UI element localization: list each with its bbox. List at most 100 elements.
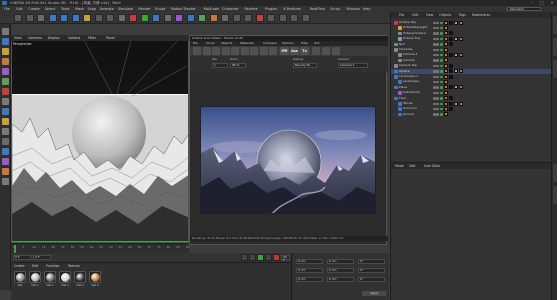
enabled-check-icon[interactable] bbox=[440, 75, 443, 78]
coordinate-field[interactable]: 0 ° bbox=[358, 268, 385, 273]
enabled-check-icon[interactable] bbox=[440, 53, 443, 57]
play-icon[interactable] bbox=[257, 254, 264, 261]
visibility-render-icon[interactable] bbox=[436, 97, 439, 100]
enabled-check-icon[interactable] bbox=[440, 91, 443, 95]
z-axis-icon[interactable] bbox=[117, 14, 126, 22]
viewport-menu-view[interactable]: View bbox=[14, 35, 22, 41]
objects-menu-file[interactable]: File bbox=[399, 12, 404, 18]
subdivision-icon[interactable] bbox=[198, 14, 206, 22]
attributes-menu-mode[interactable]: Mode bbox=[395, 163, 404, 169]
object-row[interactable]: Ground bbox=[391, 112, 557, 117]
object-tag-icon[interactable] bbox=[459, 52, 464, 58]
object-tag-icon[interactable] bbox=[449, 74, 454, 79]
object-tag-icon[interactable] bbox=[454, 36, 459, 41]
object-tag-icon[interactable] bbox=[444, 85, 449, 90]
visibility-render-icon[interactable] bbox=[436, 32, 439, 35]
snap-tool-icon[interactable] bbox=[2, 138, 9, 145]
solo-icon[interactable] bbox=[2, 178, 9, 185]
visibility-render-icon[interactable] bbox=[436, 80, 439, 84]
objects-menu-tags[interactable]: Tags bbox=[459, 12, 466, 18]
material-swatch[interactable] bbox=[89, 271, 101, 283]
object-tag-icon[interactable] bbox=[454, 69, 459, 74]
enabled-check-icon[interactable] bbox=[440, 48, 443, 51]
render-preview[interactable] bbox=[200, 106, 376, 214]
axis-lock-icon[interactable] bbox=[301, 14, 310, 22]
objects-tab[interactable] bbox=[553, 16, 557, 34]
render-region-icon[interactable] bbox=[152, 14, 160, 22]
object-tag-icon[interactable] bbox=[459, 36, 464, 41]
viewport-menu-cameras[interactable]: Cameras bbox=[28, 35, 42, 41]
object-tag-icon[interactable] bbox=[449, 20, 454, 25]
array-icon[interactable] bbox=[209, 14, 218, 22]
viewport-menu-display[interactable]: Display bbox=[48, 35, 60, 41]
visibility-render-icon[interactable] bbox=[436, 107, 439, 111]
coordinate-field[interactable]: 0 cm bbox=[327, 259, 354, 264]
go-to-start-icon[interactable] bbox=[241, 254, 248, 261]
object-tag-icon[interactable] bbox=[454, 52, 459, 58]
send-scene-icon[interactable] bbox=[202, 47, 211, 55]
render-settings-icon[interactable] bbox=[163, 14, 172, 22]
setting-field[interactable]: 80 % bbox=[230, 63, 246, 68]
deformer-icon[interactable] bbox=[221, 14, 229, 22]
viewport-menu-filter[interactable]: Filter bbox=[88, 35, 96, 41]
coordinate-field[interactable]: 0 cm bbox=[296, 277, 323, 282]
settings-gear-icon[interactable] bbox=[322, 47, 330, 55]
object-tag-icon[interactable] bbox=[454, 101, 459, 106]
object-tag-icon[interactable] bbox=[444, 112, 449, 117]
setting-field[interactable]: Camera.1 bbox=[338, 63, 368, 68]
object-tag-icon[interactable] bbox=[459, 85, 464, 90]
material-menu-function[interactable]: Function bbox=[46, 264, 60, 268]
object-tag-icon[interactable] bbox=[459, 69, 464, 74]
object-tag-icon[interactable] bbox=[444, 31, 449, 36]
object-tag-icon[interactable] bbox=[444, 106, 449, 112]
material-menu-edit[interactable]: Edit bbox=[32, 264, 38, 268]
camera-icon[interactable] bbox=[244, 14, 252, 22]
snap-icon[interactable] bbox=[278, 14, 287, 22]
enabled-check-icon[interactable] bbox=[440, 59, 443, 62]
light-bulb-icon[interactable] bbox=[193, 47, 201, 55]
object-tag-icon[interactable] bbox=[449, 42, 454, 47]
object-tag-icon[interactable] bbox=[449, 101, 454, 106]
enabled-check-icon[interactable] bbox=[440, 21, 443, 24]
current-frame-field[interactable]: 0 F bbox=[33, 255, 51, 260]
visibility-render-icon[interactable] bbox=[436, 21, 439, 24]
layout-selector[interactable]: Standard bbox=[507, 7, 541, 11]
end-frame-field[interactable]: 90 F bbox=[281, 255, 290, 262]
material-swatch[interactable] bbox=[14, 271, 26, 283]
save-render-icon[interactable] bbox=[312, 47, 320, 55]
live-select-icon[interactable] bbox=[37, 14, 45, 22]
enabled-check-icon[interactable] bbox=[440, 43, 443, 46]
coordinate-field[interactable]: 0 cm bbox=[327, 277, 354, 282]
object-tag-icon[interactable] bbox=[444, 96, 449, 101]
object-tag-icon[interactable] bbox=[444, 36, 449, 41]
live-viewer-tx-button[interactable]: Tx bbox=[300, 47, 309, 55]
attributes-menu-user-data[interactable]: User Data bbox=[424, 163, 440, 169]
object-tag-icon[interactable] bbox=[454, 20, 459, 25]
visibility-render-icon[interactable] bbox=[436, 43, 439, 46]
light-icon[interactable] bbox=[255, 14, 264, 22]
attributes-tab[interactable] bbox=[553, 164, 557, 182]
content-browser-tab[interactable] bbox=[553, 38, 557, 56]
object-tag-icon[interactable] bbox=[444, 74, 449, 79]
visibility-render-icon[interactable] bbox=[436, 37, 439, 41]
visibility-render-icon[interactable] bbox=[436, 70, 439, 73]
enabled-check-icon[interactable] bbox=[440, 64, 443, 68]
object-tag-icon[interactable] bbox=[459, 20, 464, 25]
objects-menu-bookmarks[interactable]: Bookmarks bbox=[472, 12, 490, 18]
record-icon[interactable] bbox=[273, 254, 280, 261]
material-menu-texture[interactable]: Texture bbox=[68, 264, 80, 268]
help-icon[interactable] bbox=[332, 47, 340, 55]
pen-spline-icon[interactable] bbox=[186, 14, 195, 22]
material-menu-create[interactable]: Create bbox=[14, 264, 25, 268]
objects-menu-objects[interactable]: Objects bbox=[439, 12, 451, 18]
region-render-icon[interactable] bbox=[240, 47, 249, 55]
structure-tab[interactable] bbox=[553, 60, 557, 78]
coordinate-field[interactable]: 0 cm bbox=[327, 268, 354, 273]
lock-resolution-icon[interactable] bbox=[250, 47, 258, 55]
object-tag-icon[interactable] bbox=[444, 79, 449, 85]
objects-menu-edit[interactable]: Edit bbox=[412, 12, 418, 18]
material-swatch[interactable] bbox=[74, 271, 86, 283]
floor-icon[interactable] bbox=[232, 14, 241, 22]
object-tag-icon[interactable] bbox=[444, 63, 449, 68]
object-tag-icon[interactable] bbox=[449, 31, 454, 36]
